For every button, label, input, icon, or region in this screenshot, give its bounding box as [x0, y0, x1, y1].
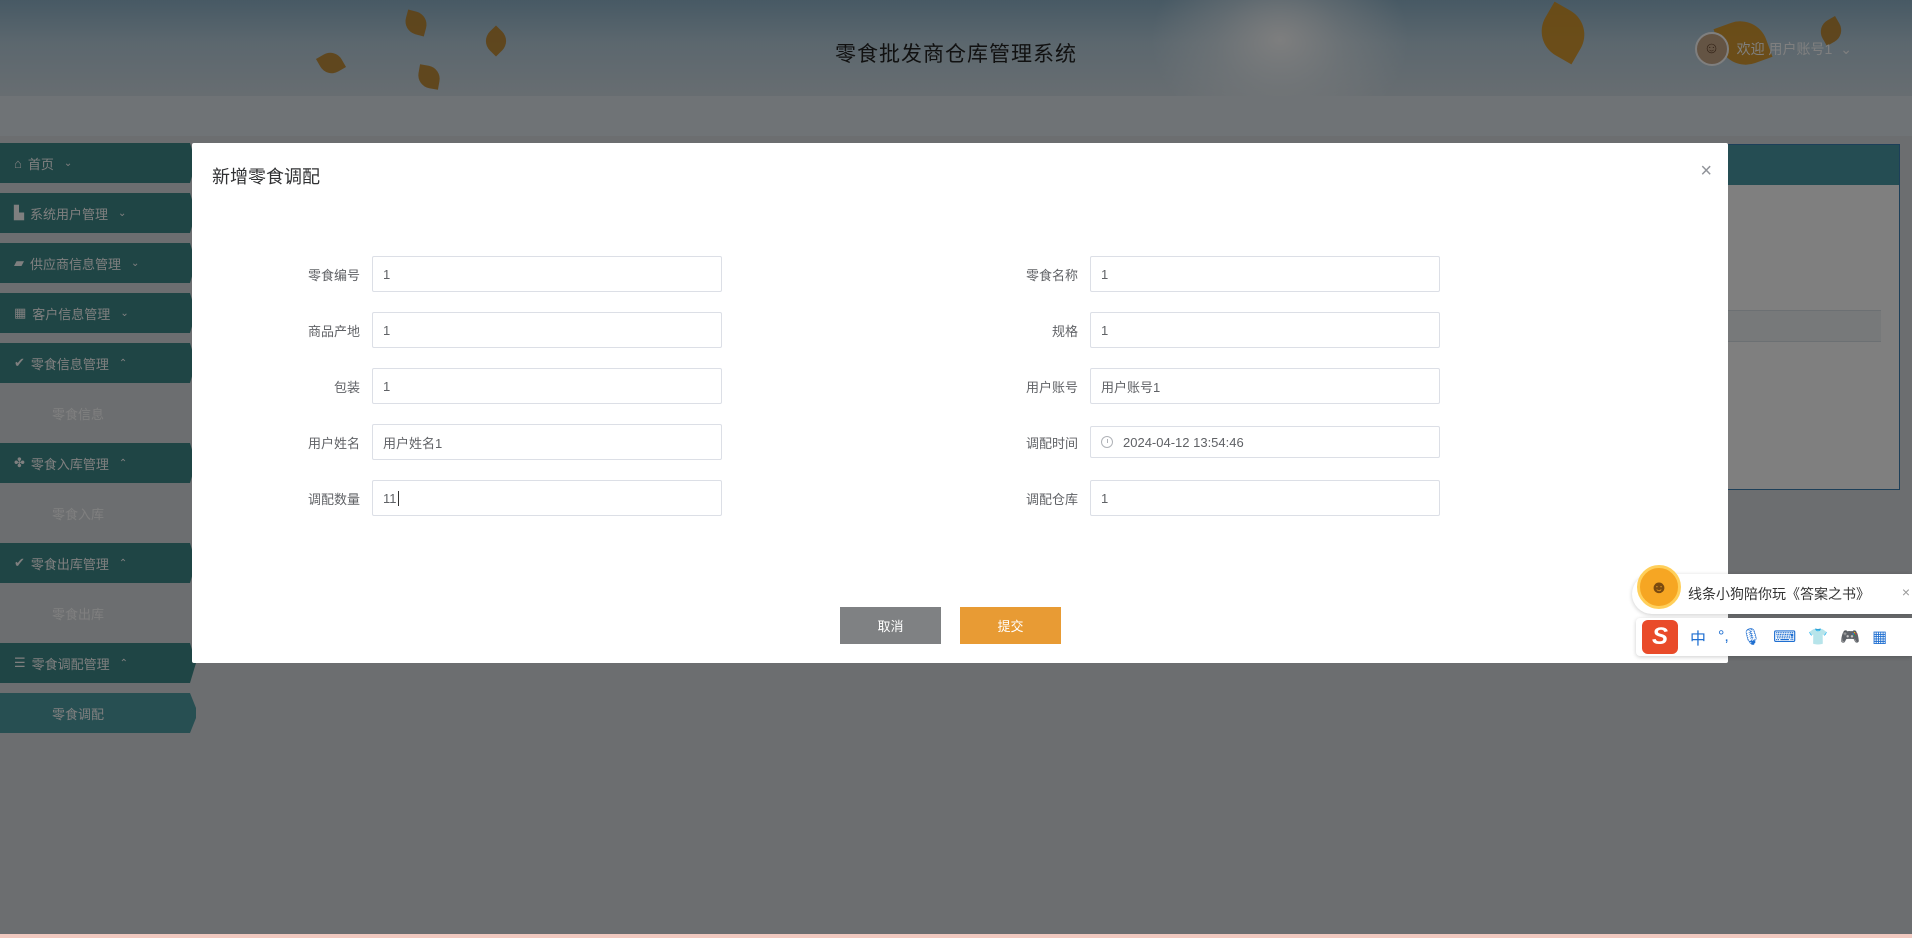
spec-label: 规格	[1051, 323, 1078, 339]
game-icon[interactable]: 🎮	[1840, 627, 1860, 647]
ime-toolbar: S 中 °, 🎙 ⌨ 👕 🎮 ▦	[1636, 618, 1912, 656]
cancel-button[interactable]: 取消	[840, 607, 941, 644]
transfer-time-field: 调配时间 2024-04-12 13:54:46	[950, 426, 1440, 458]
transfer-warehouse-label: 调配仓库	[1025, 491, 1078, 507]
ime-punct-toggle[interactable]: °,	[1718, 628, 1729, 646]
packaging-field: 包装 1	[232, 368, 722, 404]
user-account-input[interactable]: 用户账号1	[1090, 368, 1440, 404]
keyboard-icon[interactable]: ⌨	[1773, 627, 1796, 647]
packaging-input[interactable]: 1	[372, 368, 722, 404]
add-transfer-dialog: 新增零食调配 × 零食编号 1 零食名称 1 商品产地 1 规格 1 包装 1 …	[192, 143, 1728, 663]
dialog-title: 新增零食调配	[212, 167, 320, 187]
spec-field: 规格 1	[950, 312, 1440, 348]
skin-icon[interactable]: 👕	[1808, 627, 1828, 647]
ime-promo-text: 线条小狗陪你玩《答案之书》	[1688, 586, 1870, 602]
transfer-qty-value: 11	[383, 490, 397, 506]
close-icon[interactable]: ×	[1700, 161, 1712, 181]
transfer-time-label: 调配时间	[1025, 435, 1078, 451]
origin-label: 商品产地	[307, 323, 360, 339]
snack-code-label: 零食编号	[307, 267, 360, 283]
page-bottom-border	[0, 934, 1912, 938]
sun-mascot-icon[interactable]: ☻	[1637, 565, 1681, 609]
submit-button[interactable]: 提交	[960, 607, 1061, 644]
transfer-warehouse-field: 调配仓库 1	[950, 480, 1440, 516]
snack-code-input[interactable]: 1	[372, 256, 722, 292]
transfer-qty-label: 调配数量	[307, 491, 360, 507]
user-name-field: 用户姓名 用户姓名1	[232, 424, 722, 460]
snack-name-label: 零食名称	[1025, 267, 1078, 283]
transfer-warehouse-input[interactable]: 1	[1090, 480, 1440, 516]
microphone-icon[interactable]: 🎙	[1741, 627, 1761, 647]
snack-code-field: 零食编号 1	[232, 256, 722, 292]
snack-name-input[interactable]: 1	[1090, 256, 1440, 292]
clock-icon	[1101, 436, 1113, 448]
user-name-label: 用户姓名	[307, 435, 360, 451]
transfer-qty-input[interactable]: 11	[372, 480, 722, 516]
user-name-input[interactable]: 用户姓名1	[372, 424, 722, 460]
user-account-label: 用户账号	[1025, 379, 1078, 395]
text-caret	[397, 490, 399, 506]
spec-input[interactable]: 1	[1090, 312, 1440, 348]
ime-mode-toggle[interactable]: 中	[1690, 625, 1706, 649]
transfer-time-picker[interactable]: 2024-04-12 13:54:46	[1090, 426, 1440, 458]
close-icon[interactable]: ×	[1902, 584, 1910, 600]
transfer-time-value: 2024-04-12 13:54:46	[1123, 434, 1244, 450]
origin-input[interactable]: 1	[372, 312, 722, 348]
origin-field: 商品产地 1	[232, 312, 722, 348]
packaging-label: 包装	[333, 379, 360, 395]
user-account-field: 用户账号 用户账号1	[950, 368, 1440, 404]
sogou-logo-icon[interactable]: S	[1642, 620, 1678, 654]
transfer-qty-field: 调配数量 11	[232, 480, 722, 516]
snack-name-field: 零食名称 1	[950, 256, 1440, 292]
apps-grid-icon[interactable]: ▦	[1872, 627, 1887, 647]
